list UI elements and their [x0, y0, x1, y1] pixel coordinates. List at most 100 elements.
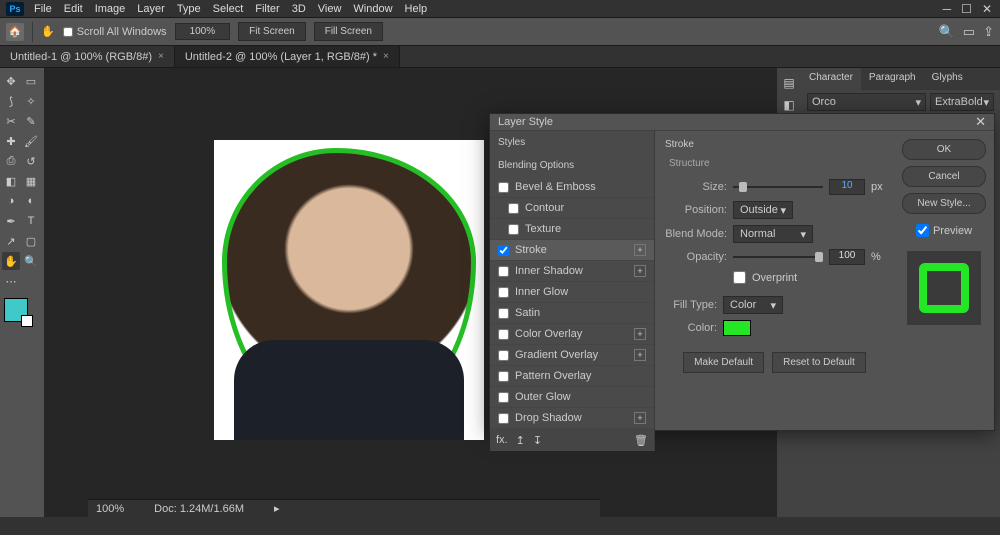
style-satin[interactable]: Satin [490, 303, 654, 324]
zoom-value[interactable]: 100% [175, 23, 231, 40]
trash-icon[interactable]: 🗑 [634, 434, 648, 447]
style-bevel-emboss[interactable]: Bevel & Emboss [490, 177, 654, 198]
cancel-button[interactable]: Cancel [902, 166, 986, 187]
crop-tool-icon[interactable]: ✂ [2, 112, 20, 130]
eyedropper-tool-icon[interactable]: ✎ [22, 112, 40, 130]
add-effect-icon[interactable]: + [634, 349, 646, 361]
background-color-swatch[interactable] [21, 315, 33, 327]
zoom-tool-icon[interactable]: 🔍 [22, 252, 40, 270]
path-tool-icon[interactable]: ↗ [2, 232, 20, 250]
reset-default-button[interactable]: Reset to Default [772, 352, 866, 373]
menu-help[interactable]: Help [405, 3, 428, 15]
blending-options[interactable]: Blending Options [490, 154, 654, 177]
marquee-tool-icon[interactable]: ▭ [22, 72, 40, 90]
home-icon[interactable]: 🏠 [6, 23, 24, 41]
make-default-button[interactable]: Make Default [683, 352, 764, 373]
move-down-icon[interactable]: ↧ [533, 434, 542, 447]
add-effect-icon[interactable]: + [634, 412, 646, 424]
add-effect-icon[interactable]: + [634, 244, 646, 256]
tab-character[interactable]: Character [801, 68, 861, 90]
preview-checkbox[interactable]: Preview [902, 224, 986, 237]
type-tool-icon[interactable]: T [22, 212, 40, 230]
opacity-input[interactable]: 100 [829, 249, 865, 265]
blur-tool-icon[interactable]: ◑ [2, 192, 20, 210]
style-stroke[interactable]: Stroke+ [490, 240, 654, 261]
workspace-icon[interactable]: ▭ [963, 24, 975, 40]
add-effect-icon[interactable]: + [634, 328, 646, 340]
blend-mode-select[interactable]: Normal▾ [733, 225, 813, 243]
style-color-overlay[interactable]: Color Overlay+ [490, 324, 654, 345]
menu-edit[interactable]: Edit [64, 3, 83, 15]
status-arrow-icon[interactable]: ▸ [274, 502, 280, 515]
fit-screen-button[interactable]: Fit Screen [238, 22, 306, 41]
gradient-tool-icon[interactable]: ▦ [22, 172, 40, 190]
close-icon[interactable]: ✕ [982, 2, 992, 16]
foreground-color-swatch[interactable] [4, 298, 28, 322]
fill-screen-button[interactable]: Fill Screen [314, 22, 383, 41]
history-brush-icon[interactable]: ↺ [22, 152, 40, 170]
position-select[interactable]: Outside▾ [733, 201, 793, 219]
ok-button[interactable]: OK [902, 139, 986, 160]
close-tab-icon[interactable]: × [158, 51, 164, 62]
opacity-slider[interactable] [733, 250, 823, 264]
styles-header[interactable]: Styles [490, 131, 654, 154]
tab-glyphs[interactable]: Glyphs [924, 68, 971, 90]
healing-tool-icon[interactable]: ✚ [2, 132, 20, 150]
style-outer-glow[interactable]: Outer Glow [490, 387, 654, 408]
search-icon[interactable]: 🔍 [939, 24, 955, 40]
doc-tab-2[interactable]: Untitled-2 @ 100% (Layer 1, RGB/8#) * × [175, 46, 400, 67]
move-tool-icon[interactable]: ✥ [2, 72, 20, 90]
share-icon[interactable]: ⇪ [983, 24, 994, 40]
overprint-checkbox[interactable] [733, 271, 746, 284]
lasso-tool-icon[interactable]: ⟆ [2, 92, 20, 110]
style-contour[interactable]: Contour [490, 198, 654, 219]
brush-tool-icon[interactable]: 🖌 [22, 132, 40, 150]
dodge-tool-icon[interactable]: ◐ [22, 192, 40, 210]
menu-select[interactable]: Select [213, 3, 244, 15]
add-effect-icon[interactable]: + [634, 265, 646, 277]
close-tab-icon[interactable]: × [383, 51, 389, 62]
maximize-icon[interactable]: ☐ [961, 2, 972, 16]
stroke-color-swatch[interactable] [723, 320, 751, 336]
doc-tab-1[interactable]: Untitled-1 @ 100% (RGB/8#) × [0, 46, 175, 67]
magic-wand-tool-icon[interactable]: ✧ [22, 92, 40, 110]
style-gradient-overlay[interactable]: Gradient Overlay+ [490, 345, 654, 366]
menu-filter[interactable]: Filter [255, 3, 279, 15]
menu-3d[interactable]: 3D [292, 3, 306, 15]
size-slider[interactable] [733, 180, 823, 194]
style-inner-shadow[interactable]: Inner Shadow+ [490, 261, 654, 282]
minimize-icon[interactable]: ─ [943, 2, 952, 16]
new-style-button[interactable]: New Style... [902, 193, 986, 214]
edit-toolbar-icon[interactable]: ⋯ [2, 272, 20, 290]
style-inner-glow[interactable]: Inner Glow [490, 282, 654, 303]
menu-file[interactable]: File [34, 3, 52, 15]
menu-view[interactable]: View [318, 3, 342, 15]
menu-window[interactable]: Window [353, 3, 392, 15]
menu-layer[interactable]: Layer [137, 3, 165, 15]
dialog-titlebar[interactable]: Layer Style ✕ [490, 114, 994, 131]
shape-tool-icon[interactable]: ▢ [22, 232, 40, 250]
style-texture[interactable]: Texture [490, 219, 654, 240]
size-input[interactable]: 10 [829, 179, 865, 195]
menu-type[interactable]: Type [177, 3, 201, 15]
status-zoom[interactable]: 100% [96, 503, 124, 515]
fill-type-select[interactable]: Color▾ [723, 296, 783, 314]
stroke-title: Stroke [665, 139, 884, 150]
font-style-select[interactable]: ExtraBold▾ [930, 93, 994, 111]
hand-tool-icon[interactable]: ✋ [2, 252, 20, 270]
color-panel-icon[interactable]: ▤ [783, 76, 794, 90]
menu-image[interactable]: Image [95, 3, 126, 15]
eraser-tool-icon[interactable]: ◧ [2, 172, 20, 190]
style-pattern-overlay[interactable]: Pattern Overlay [490, 366, 654, 387]
hand-tool-icon[interactable]: ✋ [41, 25, 55, 38]
font-family-select[interactable]: Orco▾ [807, 93, 926, 111]
style-drop-shadow[interactable]: Drop Shadow+ [490, 408, 654, 429]
swatches-panel-icon[interactable]: ◧ [783, 98, 794, 112]
tab-paragraph[interactable]: Paragraph [861, 68, 924, 90]
pen-tool-icon[interactable]: ✒ [2, 212, 20, 230]
canvas[interactable] [214, 140, 484, 440]
dialog-close-icon[interactable]: ✕ [975, 114, 986, 130]
move-up-icon[interactable]: ↥ [516, 434, 525, 447]
stamp-tool-icon[interactable]: ⎙ [2, 152, 20, 170]
scroll-all-checkbox[interactable]: Scroll All Windows [63, 26, 167, 38]
